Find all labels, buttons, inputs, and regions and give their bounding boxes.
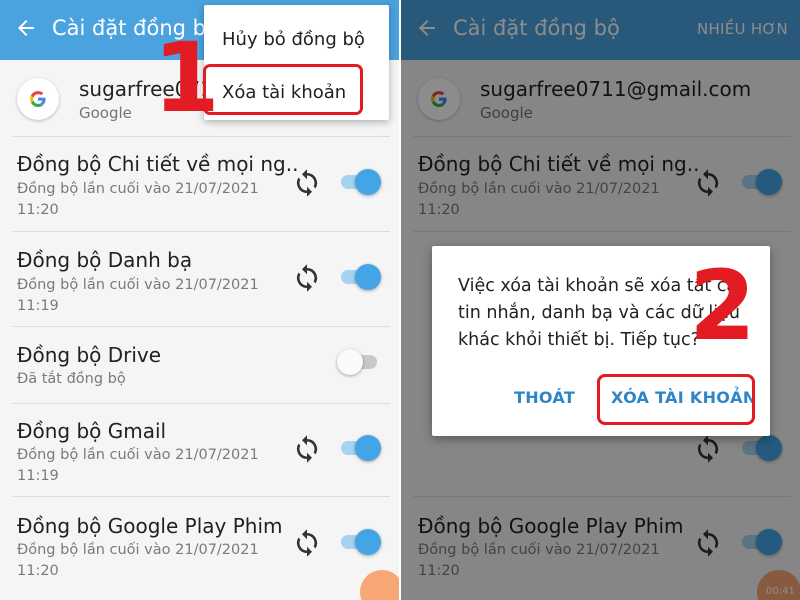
sync-item-title: Đồng bộ Chi tiết về mọi ng.. [17, 152, 299, 176]
step-number: 1 [153, 22, 220, 134]
sync-icon[interactable] [292, 263, 322, 293]
sync-toggle[interactable] [337, 262, 381, 292]
google-logo-icon [17, 78, 59, 120]
cancel-button[interactable]: THOÁT [514, 388, 575, 407]
left-screenshot: Cài đặt đồng bộ sugarfree0711 Google Đồn… [0, 0, 399, 600]
sync-toggle[interactable] [337, 433, 381, 463]
sync-toggle[interactable] [337, 347, 381, 377]
sync-item-status: Đồng bộ lần cuối vào 21/07/2021 11:19 [17, 277, 259, 314]
floating-button[interactable] [360, 570, 399, 600]
sync-item-title: Đồng bộ Google Play Phim [17, 514, 283, 538]
divider [12, 231, 390, 232]
highlight-box [203, 64, 363, 115]
sync-icon[interactable] [292, 434, 322, 464]
step-number: 2 [689, 250, 756, 362]
sync-item-title: Đồng bộ Gmail [17, 419, 167, 443]
sync-item-title: Đồng bộ Drive [17, 343, 162, 367]
sync-item-status: Đồng bộ lần cuối vào 21/07/2021 11:20 [17, 542, 259, 579]
menu-item-cancel-sync[interactable]: Hủy bỏ đồng bộ [222, 29, 365, 50]
sync-item-title: Đồng bộ Danh bạ [17, 248, 193, 272]
sync-icon[interactable] [292, 168, 322, 198]
arrow-left-icon[interactable] [14, 16, 38, 40]
sync-icon[interactable] [292, 528, 322, 558]
sync-item-status: Đã tắt đồng bộ [17, 371, 126, 387]
divider [12, 136, 390, 137]
highlight-box [597, 374, 755, 425]
divider [12, 326, 390, 327]
sync-toggle[interactable] [337, 527, 381, 557]
divider [12, 496, 390, 497]
sync-toggle[interactable] [337, 167, 381, 197]
sync-item-status: Đồng bộ lần cuối vào 21/07/2021 11:19 [17, 447, 259, 484]
divider [12, 403, 390, 404]
account-provider: Google [79, 104, 132, 122]
right-screenshot: Cài đặt đồng bộ NHIỀU HƠN sugarfree0711@… [401, 0, 800, 600]
sync-item-status: Đồng bộ lần cuối vào 21/07/2021 11:20 [17, 181, 259, 218]
